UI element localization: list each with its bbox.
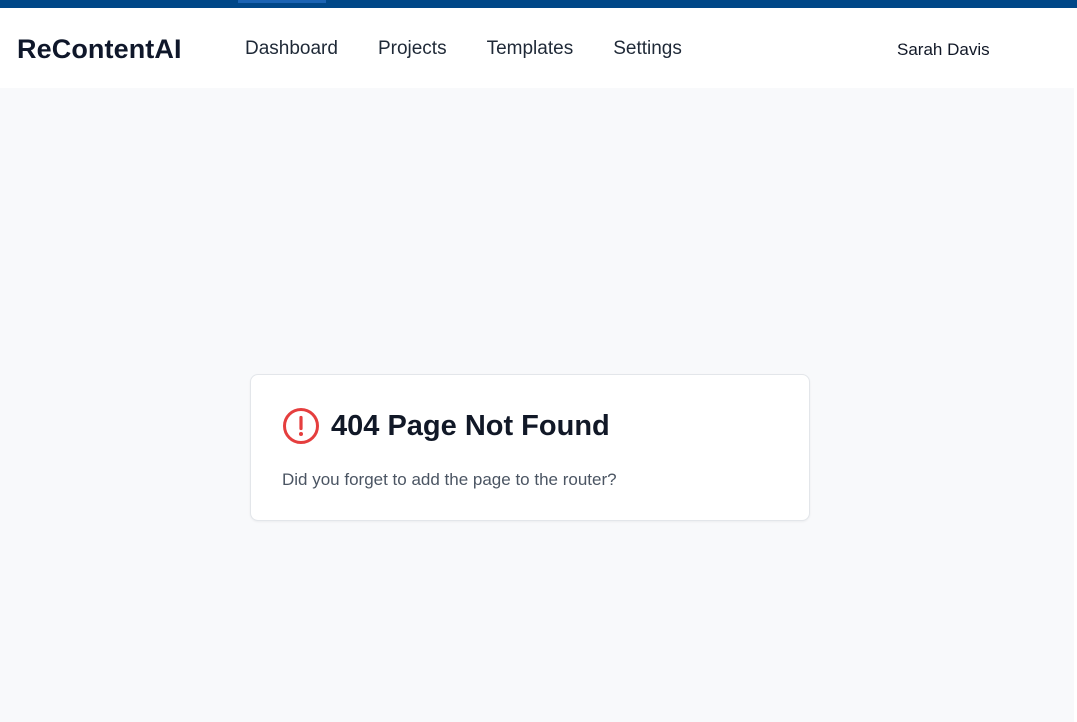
brand-logo[interactable]: ReContentAI [17, 33, 182, 65]
nav-item-projects[interactable]: Projects [378, 37, 447, 61]
alert-circle-icon [282, 407, 320, 445]
error-message: Did you forget to add the page to the ro… [282, 470, 617, 489]
user-menu[interactable]: Sarah Davis [897, 39, 990, 61]
not-found-header: 404 Page Not Found [282, 407, 610, 445]
top-accent-bar [0, 0, 1077, 8]
nav-item-settings[interactable]: Settings [613, 37, 682, 61]
nav-item-templates[interactable]: Templates [487, 37, 574, 61]
not-found-card: 404 Page Not Found Did you forget to add… [250, 374, 810, 521]
top-navbar: ReContentAI Dashboard Projects Templates… [0, 8, 1074, 88]
top-accent-tab [238, 0, 326, 3]
nav-item-dashboard[interactable]: Dashboard [245, 37, 338, 61]
main-nav: Dashboard Projects Templates Settings [245, 37, 682, 61]
page-title: 404 Page Not Found [331, 410, 610, 442]
